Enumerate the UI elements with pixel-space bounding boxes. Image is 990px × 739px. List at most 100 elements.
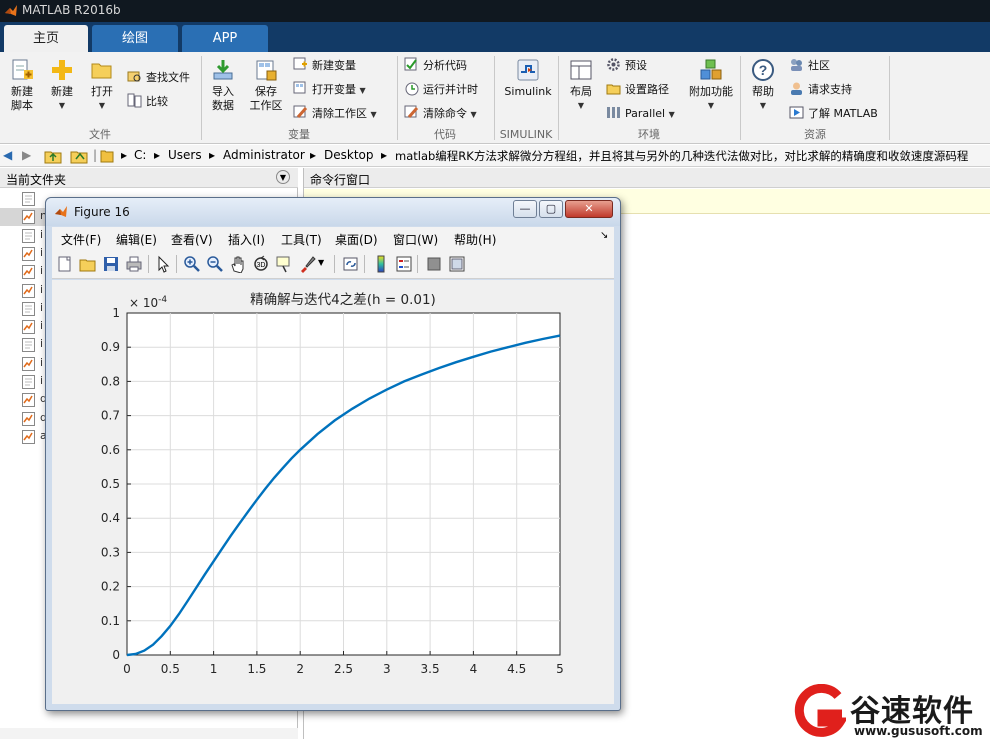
plot-axes[interactable]: 0 0.5 1 1.5 2 2.5 3 3.5 4 4.5 5 0 0.1 0.2 0.3 0.4 0.5 0.6…	[52, 280, 614, 704]
new-script-button[interactable]: 新建 脚本	[4, 58, 40, 113]
menu-insert[interactable]: 插入(I)	[228, 231, 265, 248]
clear-commands-button[interactable]: 清除命令 ▼	[404, 105, 477, 123]
y-tick-label: 0.1	[101, 614, 120, 628]
save-workspace-button[interactable]: 保存 工作区	[245, 58, 287, 113]
run-and-time-button[interactable]: 运行并计时	[404, 81, 478, 99]
compare-button[interactable]: 比较	[127, 93, 168, 111]
open-variable-button[interactable]: 打开变量 ▼	[293, 81, 366, 99]
open-button[interactable]: 打开 ▼	[84, 58, 120, 113]
find-files-icon	[127, 71, 141, 82]
set-path-button[interactable]: 设置路径	[606, 81, 669, 99]
analyze-code-button[interactable]: 分析代码	[404, 57, 467, 75]
clear-workspace-caret-icon: ▼	[370, 110, 377, 119]
dock-arrow-icon[interactable]: ↘	[600, 230, 608, 241]
parallel-button[interactable]: Parallel ▼	[606, 105, 675, 123]
svg-text:3D: 3D	[257, 262, 266, 269]
clear-workspace-button[interactable]: 清除工作区 ▼	[293, 105, 377, 123]
group-label-variable: 变量	[288, 128, 310, 141]
link-plot-icon[interactable]	[342, 255, 360, 273]
y-tick-label: 0.4	[101, 511, 120, 525]
add-ons-button[interactable]: 附加功能 ▼	[687, 58, 735, 113]
close-button[interactable]: ✕	[565, 200, 613, 218]
zoom-in-icon[interactable]	[183, 255, 201, 273]
maximize-button[interactable]: ▢	[539, 200, 563, 218]
menu-view[interactable]: 查看(V)	[171, 231, 213, 248]
tab-apps[interactable]: APP	[182, 25, 268, 52]
breadcrumb-administrator[interactable]: Administrator	[223, 148, 305, 162]
set-path-icon	[606, 84, 621, 95]
y-tick-label: 0.7	[101, 409, 120, 423]
breadcrumb-desktop[interactable]: Desktop	[324, 148, 374, 162]
simulink-button[interactable]: Simulink	[500, 58, 556, 99]
analyze-code-label: 分析代码	[423, 59, 467, 72]
save-label-2: 工作区	[249, 99, 283, 112]
help-button[interactable]: ? 帮助 ▼	[746, 58, 780, 113]
insert-legend-icon[interactable]	[395, 255, 413, 273]
import-data-button[interactable]: 导入 数据	[205, 58, 241, 113]
insert-colorbar-icon[interactable]	[372, 255, 390, 273]
import-label-2: 数据	[212, 99, 234, 112]
tab-home[interactable]: 主页	[4, 25, 88, 52]
panel-options-icon[interactable]: ▼	[276, 170, 290, 184]
layout-button[interactable]: 布局 ▼	[564, 58, 598, 113]
community-icon	[791, 59, 802, 71]
up-folder-icon[interactable]	[44, 148, 62, 164]
panel-footer	[0, 728, 298, 739]
menu-file[interactable]: 文件(F)	[61, 231, 101, 248]
figure-toolbar: 3D ▼	[52, 249, 614, 279]
breadcrumb-sep-icon: ▸	[209, 148, 216, 162]
new-button[interactable]: 新建 ▼	[44, 58, 80, 113]
pointer-arrow-icon[interactable]	[155, 255, 173, 273]
browse-folder-icon[interactable]	[70, 148, 88, 164]
tab-plots[interactable]: 绘图	[92, 25, 178, 52]
menu-help[interactable]: 帮助(H)	[454, 231, 496, 248]
menu-desktop[interactable]: 桌面(D)	[335, 231, 378, 248]
hide-plot-tools-icon[interactable]	[425, 255, 443, 273]
brush-dropdown-caret-icon[interactable]: ▼	[318, 258, 324, 267]
new-script-icon	[12, 59, 33, 80]
new-figure-icon[interactable]	[56, 255, 74, 273]
print-icon[interactable]	[125, 255, 143, 273]
new-variable-label: 新建变量	[312, 59, 356, 72]
run-and-time-icon	[405, 82, 419, 96]
community-button[interactable]: 社区	[789, 57, 830, 75]
clear-commands-caret-icon: ▼	[470, 110, 477, 119]
new-variable-icon	[293, 57, 307, 70]
back-arrow-icon[interactable]: ◀	[3, 148, 12, 162]
find-files-button[interactable]: 查找文件	[127, 69, 190, 87]
menu-window[interactable]: 窗口(W)	[393, 231, 438, 248]
figure-canvas[interactable]: 0 0.5 1 1.5 2 2.5 3 3.5 4 4.5 5 0 0.1 0.2 0.3 0.4 0.5 0.6…	[52, 280, 614, 704]
preferences-button[interactable]: 预设	[606, 57, 647, 75]
new-script-label-1: 新建	[11, 85, 33, 98]
save-icon[interactable]	[102, 255, 120, 273]
x-tick-label: 4	[470, 662, 478, 676]
simulink-icon	[517, 59, 539, 81]
figure-menu-bar: 文件(F) 编辑(E) 查看(V) 插入(I) 工具(T) 桌面(D) 窗口(W…	[52, 227, 614, 249]
new-variable-button[interactable]: 新建变量	[293, 57, 356, 75]
brush-icon[interactable]	[298, 255, 316, 273]
rotate-3d-icon[interactable]: 3D	[252, 255, 270, 273]
group-label-resources: 资源	[804, 128, 826, 141]
m-file-icon	[22, 210, 35, 225]
x-tick-label: 5	[556, 662, 564, 676]
breadcrumb-project-folder[interactable]: matlab编程RK方法求解微分方程组，并且将其与另外的几种迭代法做对比，对比求…	[395, 148, 968, 164]
zoom-out-icon[interactable]	[206, 255, 224, 273]
y-tick-label: 0.5	[101, 477, 120, 491]
data-cursor-icon[interactable]	[275, 255, 293, 273]
ribbon-tab-strip: 主页 绘图 APP	[0, 22, 990, 52]
forward-arrow-icon[interactable]: ▶	[22, 148, 31, 162]
learn-matlab-button[interactable]: 了解 MATLAB	[789, 105, 878, 123]
m-file-icon	[22, 265, 35, 280]
open-file-icon[interactable]	[79, 255, 97, 273]
request-support-button[interactable]: 请求支持	[789, 81, 852, 99]
breadcrumb-users[interactable]: Users	[168, 148, 202, 162]
show-plot-tools-icon[interactable]	[448, 255, 466, 273]
menu-edit[interactable]: 编辑(E)	[116, 231, 157, 248]
breadcrumb-c[interactable]: C:	[134, 148, 146, 162]
pan-hand-icon[interactable]	[229, 255, 247, 273]
figure-title-bar[interactable]: Figure 16 — ▢ ✕	[46, 198, 620, 226]
menu-tools[interactable]: 工具(T)	[281, 231, 322, 248]
find-files-label: 查找文件	[146, 71, 190, 84]
add-ons-label: 附加功能	[689, 85, 733, 98]
minimize-button[interactable]: —	[513, 200, 537, 218]
